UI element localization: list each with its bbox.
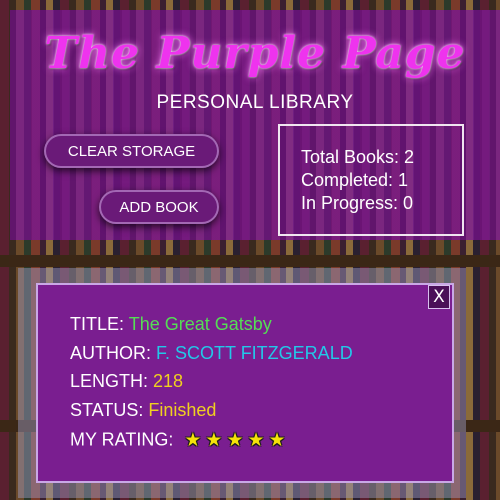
completed-stat: Completed: 1	[301, 170, 409, 190]
rating-label: MY RATING:	[70, 429, 174, 450]
book-title-row: TITLE: The Great Gatsby	[70, 314, 272, 335]
app-subtitle: PERSONAL LIBRARY	[156, 92, 354, 113]
book-author-value: F. SCOTT FITZGERALD	[156, 343, 353, 363]
book-title-value: The Great Gatsby	[128, 314, 272, 334]
book-rating-row: MY RATING: ★ ★ ★ ★ ★	[70, 429, 286, 452]
app-title: The Purple Page	[44, 28, 466, 79]
total-books-stat: Total Books: 2	[301, 147, 415, 167]
book-detail-card: TITLE: The Great Gatsby AUTHOR: F. SCOTT…	[36, 283, 454, 483]
star-icon: ★	[205, 430, 223, 451]
author-label: AUTHOR:	[70, 343, 151, 363]
book-status-row: STATUS: Finished	[70, 400, 216, 421]
add-book-button[interactable]: ADD BOOK	[99, 190, 219, 224]
clear-storage-button[interactable]: CLEAR STORAGE	[44, 134, 219, 168]
star-icon: ★	[226, 430, 244, 451]
close-button[interactable]: X	[428, 285, 450, 309]
star-icon: ★	[268, 430, 286, 451]
star-icon: ★	[184, 430, 202, 451]
book-length-row: LENGTH: 218	[70, 371, 183, 392]
title-label: TITLE:	[70, 314, 125, 334]
book-status-value: Finished	[148, 400, 217, 420]
book-length-value: 218	[153, 371, 184, 391]
status-label: STATUS:	[70, 400, 144, 420]
star-icon: ★	[247, 430, 265, 451]
book-author-row: AUTHOR: F. SCOTT FITZGERALD	[70, 343, 353, 364]
rating-stars: ★ ★ ★ ★ ★	[184, 429, 285, 452]
length-label: LENGTH:	[70, 371, 149, 391]
shelf-plank	[0, 255, 500, 267]
in-progress-stat: In Progress: 0	[301, 193, 414, 213]
library-stats: Total Books: 2 Completed: 1 In Progress:…	[278, 124, 464, 236]
